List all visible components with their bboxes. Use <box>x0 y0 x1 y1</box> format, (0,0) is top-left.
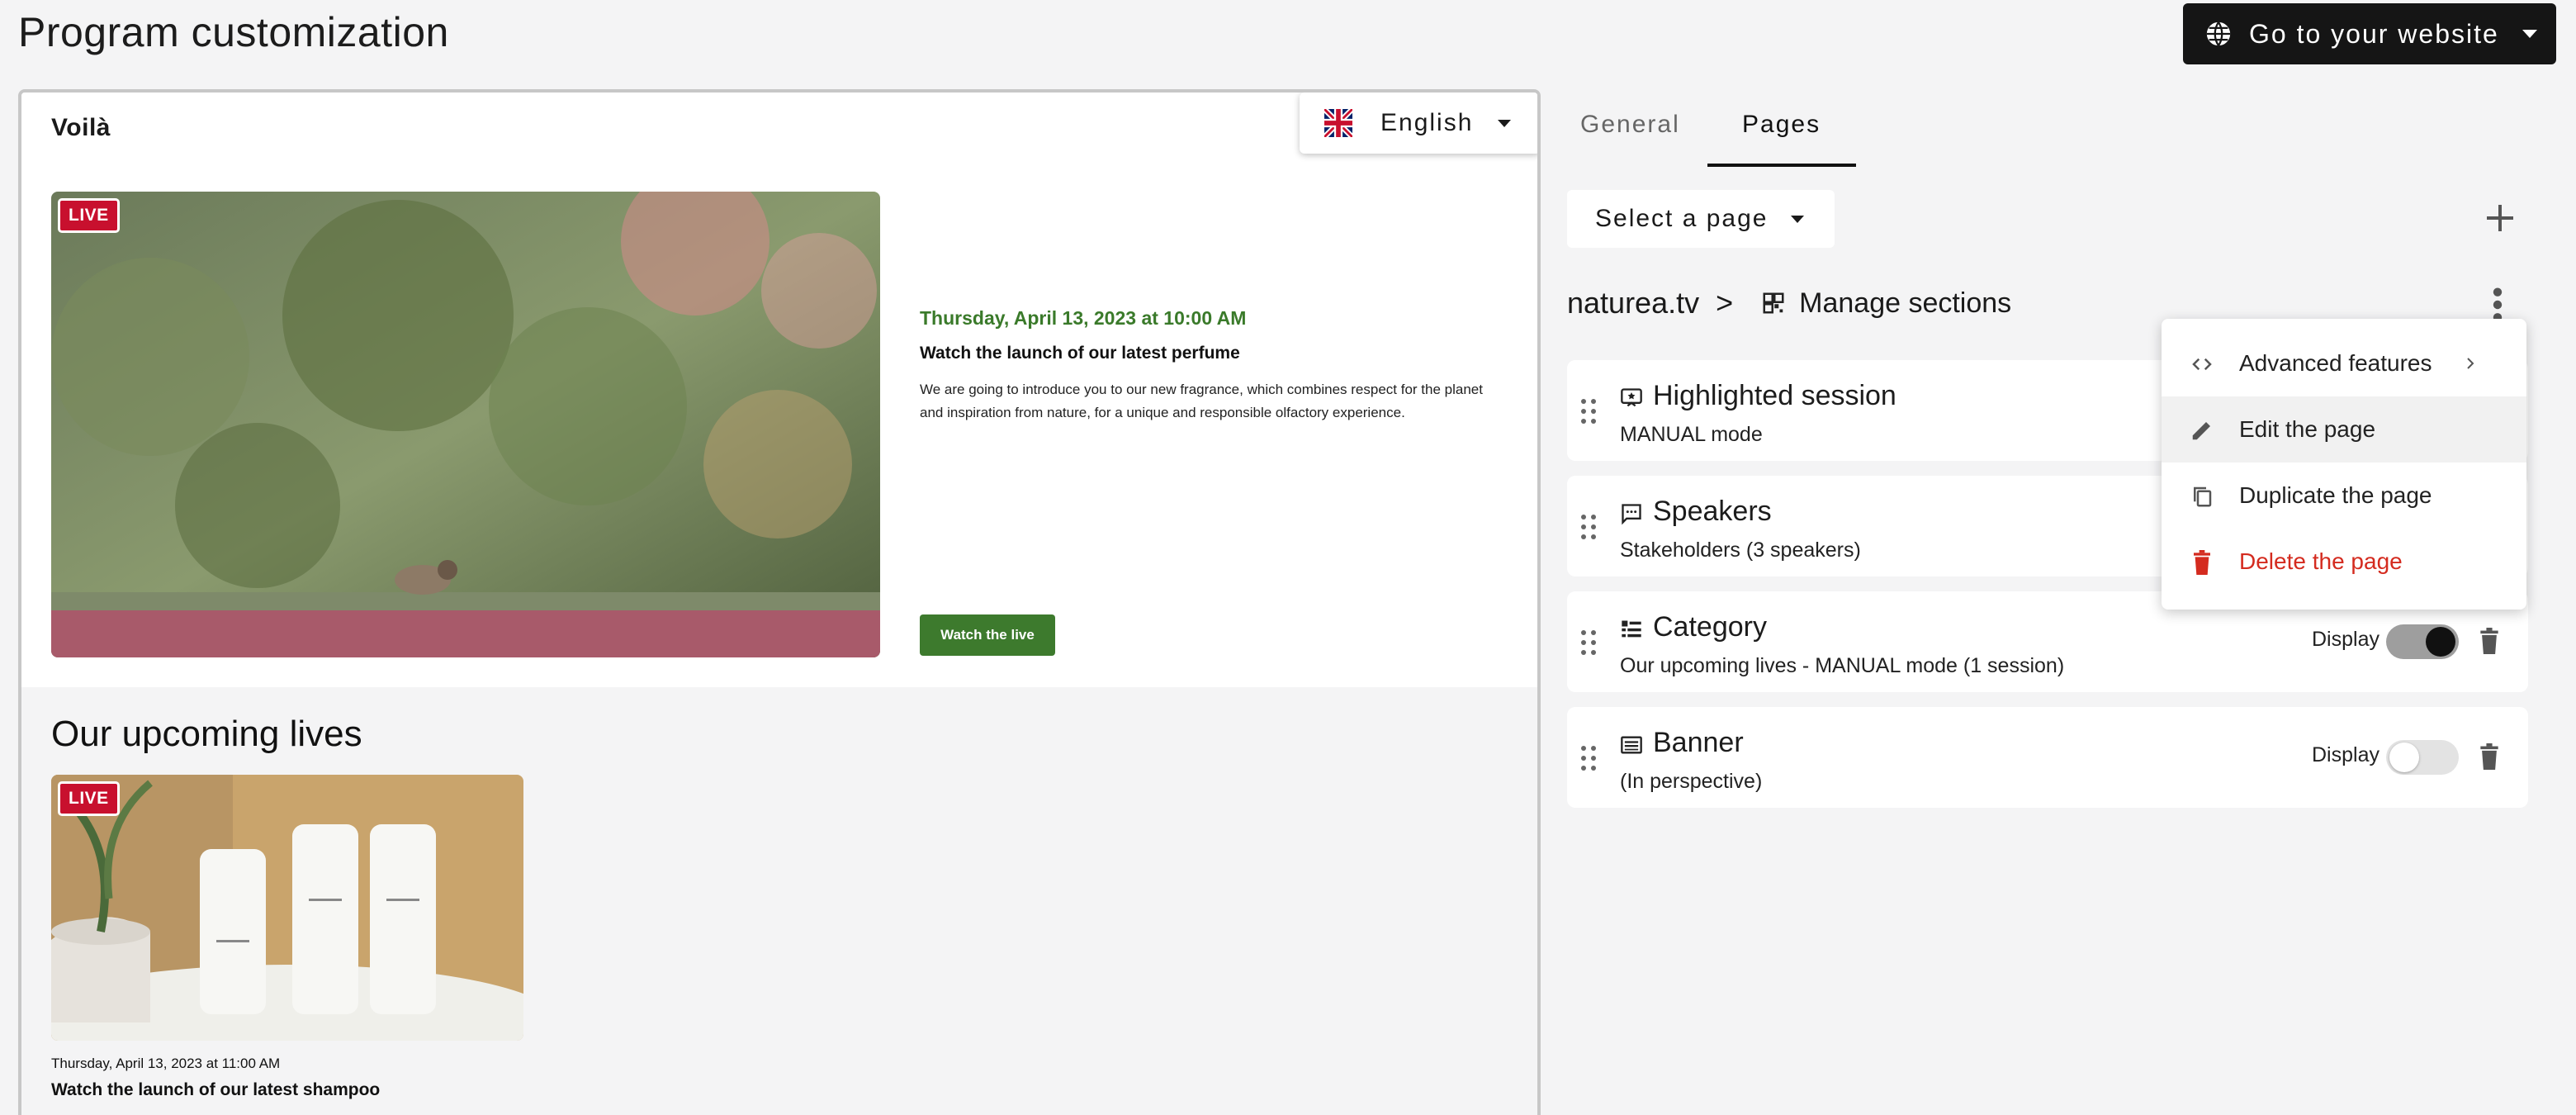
add-icon[interactable] <box>2480 198 2520 238</box>
menu-item-delete-page[interactable]: Delete the page <box>2162 529 2526 595</box>
trash-icon <box>2194 550 2210 575</box>
go-to-website-button[interactable]: Go to your website <box>2183 3 2556 64</box>
chevron-down-icon <box>2522 30 2537 38</box>
hero-image[interactable]: LIVE <box>51 192 880 657</box>
drag-handle-icon[interactable] <box>1579 512 1598 542</box>
select-page-dropdown[interactable]: Select a page <box>1567 190 1835 248</box>
hero-section: LIVE Thursday, April 13, 2023 at 10:00 A… <box>21 162 1537 687</box>
display-toggle[interactable] <box>2386 624 2459 659</box>
breadcrumb: naturea.tv > Manage sections <box>1567 286 2011 320</box>
menu-item-edit-page[interactable]: Edit the page <box>2162 396 2526 463</box>
watch-live-button[interactable]: Watch the live <box>920 614 1055 656</box>
language-select[interactable]: English <box>1300 93 1537 154</box>
select-page-label: Select a page <box>1595 205 1769 232</box>
display-label: Display <box>2312 628 2379 651</box>
language-label: English <box>1380 109 1474 136</box>
hero-title: Watch the launch of our latest perfume <box>920 344 1240 363</box>
section-title: Highlighted session <box>1653 380 1896 411</box>
hero-date: Thursday, April 13, 2023 at 10:00 AM <box>920 307 1247 329</box>
toggle-knob <box>2426 627 2455 657</box>
upcoming-date: Thursday, April 13, 2023 at 11:00 AM <box>51 1056 281 1071</box>
drag-handle-icon[interactable] <box>1579 396 1598 426</box>
hero-description: We are going to introduce you to our new… <box>920 382 1483 420</box>
display-toggle[interactable] <box>2386 740 2459 775</box>
tab-general[interactable]: General <box>1580 111 1680 139</box>
upcoming-heading: Our upcoming lives <box>51 714 362 754</box>
page-title: Program customization <box>18 9 449 55</box>
section-card-banner[interactable]: Banner (In perspective) Display <box>1567 707 2528 808</box>
live-badge: LIVE <box>58 781 120 816</box>
go-to-website-label: Go to your website <box>2249 18 2499 49</box>
chevron-down-icon <box>1498 119 1512 127</box>
menu-item-label: Delete the page <box>2239 548 2403 574</box>
drag-handle-icon[interactable] <box>1579 628 1598 657</box>
menu-item-advanced-features[interactable]: Advanced features <box>2162 330 2526 396</box>
globe-icon <box>2206 21 2231 46</box>
uk-flag-icon <box>1324 109 1352 137</box>
menu-item-duplicate-page[interactable]: Duplicate the page <box>2162 463 2526 529</box>
menu-item-label: Advanced features <box>2239 350 2432 376</box>
section-subtitle: Our upcoming lives - MANUAL mode (1 sess… <box>1620 654 2065 677</box>
menu-item-label: Duplicate the page <box>2239 482 2432 508</box>
section-title: Banner <box>1653 727 1744 758</box>
brand-logo: Voilà <box>51 114 111 141</box>
section-subtitle: Stakeholders (3 speakers) <box>1620 539 1861 562</box>
copy-icon <box>2194 486 2212 507</box>
upcoming-session-image[interactable]: LIVE <box>51 775 523 1041</box>
chevron-down-icon <box>1791 215 1805 223</box>
grid-icon <box>1763 292 1784 314</box>
upcoming-photo <box>51 775 523 1041</box>
hero-photo <box>51 192 880 657</box>
trash-icon[interactable] <box>2479 743 2500 770</box>
toggle-knob <box>2389 743 2419 772</box>
code-icon <box>2192 358 2212 371</box>
section-subtitle: (In perspective) <box>1620 770 1763 793</box>
trash-icon[interactable] <box>2479 628 2500 654</box>
section-subtitle: MANUAL mode <box>1620 423 1763 446</box>
drag-handle-icon[interactable] <box>1579 743 1598 773</box>
site-preview: Voilà English LIVE Thursday, April 13, 2… <box>18 89 1541 1115</box>
menu-item-label: Edit the page <box>2239 416 2376 442</box>
breadcrumb-separator: > <box>1716 286 1734 320</box>
live-badge: LIVE <box>58 198 120 233</box>
breadcrumb-site[interactable]: naturea.tv <box>1567 286 1699 320</box>
tab-pages[interactable]: Pages <box>1742 111 1821 139</box>
section-title: Speakers <box>1653 496 1772 527</box>
breadcrumb-current: Manage sections <box>1799 287 2012 319</box>
section-title: Category <box>1653 611 1767 643</box>
active-tab-indicator <box>1707 164 1856 167</box>
chevron-right-icon <box>2467 358 2474 369</box>
page-actions-menu: Advanced features Edit the page Duplicat… <box>2162 319 2526 610</box>
pencil-icon <box>2192 422 2210 440</box>
display-label: Display <box>2312 743 2379 766</box>
upcoming-title: Watch the launch of our latest shampoo <box>51 1080 381 1099</box>
